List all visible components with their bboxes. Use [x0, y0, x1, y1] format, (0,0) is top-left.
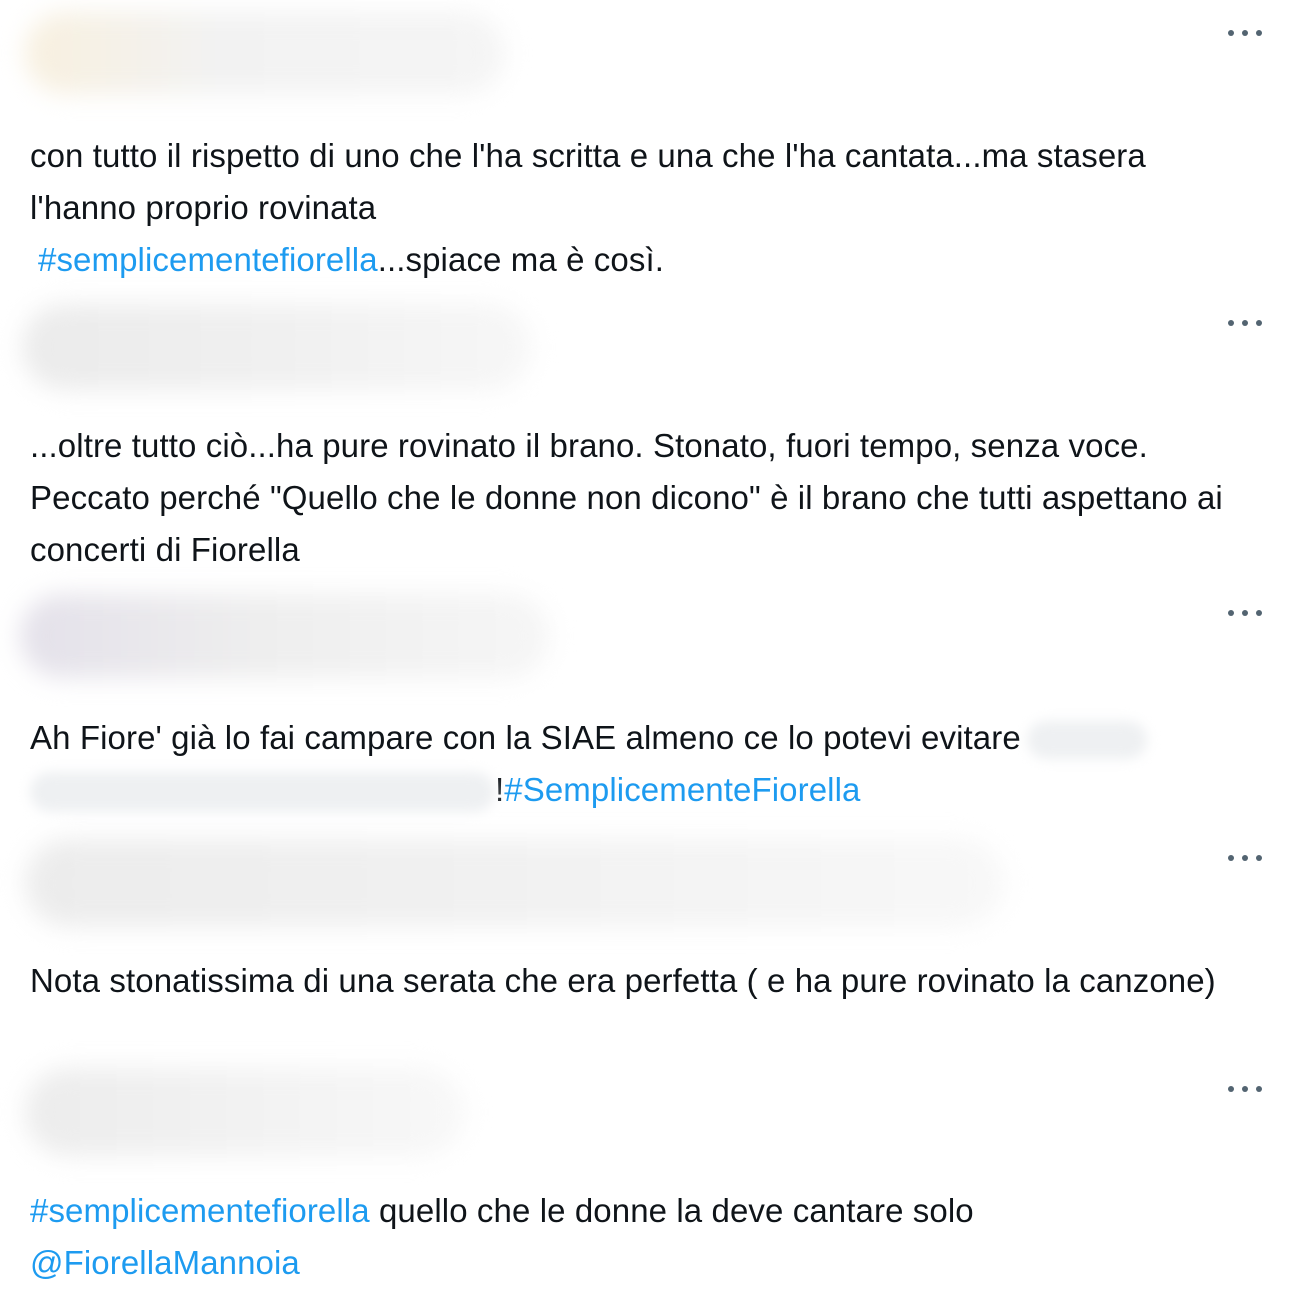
ellipsis-icon[interactable] [1228, 1082, 1262, 1096]
hashtag-link[interactable]: #SemplicementeFiorella [504, 771, 860, 808]
redacted-user-header [25, 12, 505, 94]
tweet-text: ...oltre tutto ciò...ha pure rovinato il… [30, 420, 1230, 576]
tweet-text: con tutto il rispetto di uno che l'ha sc… [30, 130, 1230, 286]
tweet-text-segment: ...oltre tutto ciò...ha pure rovinato il… [30, 427, 1223, 568]
redacted-emoji [1026, 721, 1147, 760]
tweet-text-segment: con tutto il rispetto di uno che l'ha sc… [30, 137, 1146, 226]
ellipsis-icon[interactable] [1228, 606, 1262, 620]
redacted-text [30, 772, 495, 813]
redacted-user-header [25, 1068, 465, 1156]
redacted-user-header [22, 304, 532, 390]
tweet-text: #semplicementefiorella quello che le don… [30, 1185, 1230, 1289]
tweet-text: Ah Fiore' già lo fai campare con la SIAE… [30, 712, 1280, 816]
tweet-text-segment: ...spiace ma è così. [377, 241, 664, 278]
tweet-1[interactable]: con tutto il rispetto di uno che l'ha sc… [0, 0, 1300, 290]
tweet-5[interactable]: #semplicementefiorella quello che le don… [0, 1060, 1300, 1300]
redacted-user-header [25, 839, 1005, 927]
tweet-4[interactable]: Nota stonatissima di una serata che era … [0, 825, 1300, 1060]
tweet-text-segment: Ah Fiore' già lo fai campare con la SIAE… [30, 719, 1021, 756]
tweet-2[interactable]: ...oltre tutto ciò...ha pure rovinato il… [0, 290, 1300, 580]
hashtag-link[interactable]: #semplicementefiorella [38, 241, 378, 278]
tweet-text-segment: Nota stonatissima di una serata che era … [30, 962, 1216, 999]
tweet-feed: con tutto il rispetto di uno che l'ha sc… [0, 0, 1300, 1300]
tweet-3[interactable]: Ah Fiore' già lo fai campare con la SIAE… [0, 580, 1300, 825]
hashtag-link[interactable]: #semplicementefiorella [30, 1192, 370, 1229]
ellipsis-icon[interactable] [1228, 316, 1262, 330]
tweet-text-segment: quello che le donne la deve cantare solo [369, 1192, 974, 1229]
redacted-user-header [20, 594, 550, 678]
tweet-text-segment: ! [495, 771, 505, 808]
ellipsis-icon[interactable] [1228, 851, 1262, 865]
ellipsis-icon[interactable] [1228, 26, 1262, 40]
mention-link[interactable]: @FiorellaMannoia [30, 1244, 300, 1281]
tweet-text: Nota stonatissima di una serata che era … [30, 955, 1230, 1007]
